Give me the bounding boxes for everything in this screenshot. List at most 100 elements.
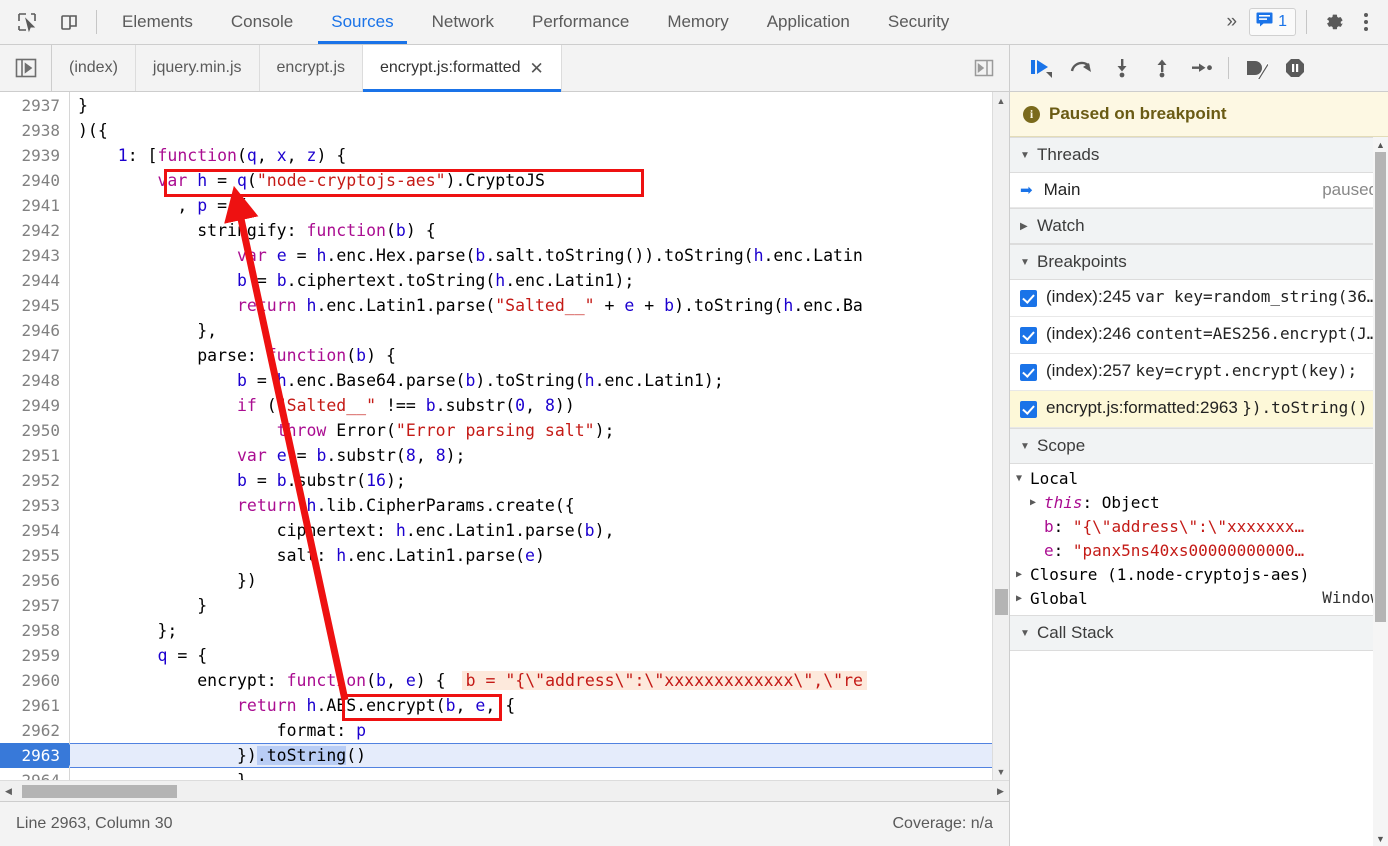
breakpoint-checkbox[interactable] — [1020, 290, 1037, 307]
line-number[interactable]: 2958 — [0, 618, 69, 643]
show-navigator-icon[interactable] — [0, 45, 52, 91]
more-panels-chevron-icon[interactable]: » — [1219, 11, 1246, 33]
scroll-left-icon[interactable]: ◀ — [0, 786, 17, 797]
section-header-scope[interactable]: ▼ Scope — [1010, 428, 1388, 464]
line-number[interactable]: 2951 — [0, 443, 69, 468]
editor-hscroll-thumb[interactable] — [22, 785, 177, 798]
scroll-up-icon[interactable]: ▲ — [1373, 137, 1388, 152]
tab-application[interactable]: Application — [748, 0, 869, 44]
step-into-next-function-call-button[interactable] — [1102, 53, 1142, 83]
chevron-down-icon: ▼ — [1016, 473, 1023, 484]
editor-vertical-scrollbar[interactable]: ▲ ▼ — [992, 92, 1009, 780]
section-header-threads[interactable]: ▼ Threads — [1010, 137, 1388, 173]
deactivate-breakpoints-button[interactable] — [1235, 53, 1275, 83]
breakpoint-item[interactable]: (index):257 key=crypt.encrypt(key); — [1010, 354, 1388, 391]
gear-icon[interactable] — [1317, 12, 1352, 33]
step-out-of-current-function-button[interactable] — [1142, 53, 1182, 83]
scope-prop-b[interactable]: b: "{\"address\":\"xxxxxxx… — [1010, 515, 1388, 539]
file-tab-jquery-min-js[interactable]: jquery.min.js — [136, 45, 260, 91]
show-debugger-sidebar-icon[interactable] — [959, 45, 1009, 91]
section-header-breakpoints[interactable]: ▼ Breakpoints — [1010, 244, 1388, 280]
line-number[interactable]: 2939 — [0, 143, 69, 168]
step-button[interactable] — [1182, 53, 1222, 83]
editor-vscroll-thumb[interactable] — [995, 589, 1008, 615]
tab-sources[interactable]: Sources — [312, 0, 412, 44]
line-number[interactable]: 2957 — [0, 593, 69, 618]
step-over-next-function-call-button[interactable] — [1062, 53, 1102, 83]
pause-on-exceptions-button[interactable] — [1275, 53, 1315, 83]
line-number[interactable]: 2938 — [0, 118, 69, 143]
thread-row-main[interactable]: ➡ Main paused — [1010, 173, 1388, 208]
debugger-vscroll-thumb[interactable] — [1375, 152, 1386, 622]
device-toolbar-icon[interactable] — [56, 9, 82, 35]
breakpoint-checkbox[interactable] — [1020, 401, 1037, 418]
debugger-vertical-scrollbar[interactable]: ▲ ▼ — [1373, 137, 1388, 846]
line-number[interactable]: 2937 — [0, 93, 69, 118]
line-number[interactable]: 2953 — [0, 493, 69, 518]
code-line: salt: h.enc.Latin1.parse(e) — [78, 546, 545, 565]
line-number[interactable]: 2962 — [0, 718, 69, 743]
tab-elements[interactable]: Elements — [103, 0, 212, 44]
line-number[interactable]: 2954 — [0, 518, 69, 543]
scroll-right-icon[interactable]: ▶ — [992, 786, 1009, 797]
scope-prop-e[interactable]: e: "panx5ns40xs00000000000… — [1010, 539, 1388, 563]
line-number[interactable]: 2949 — [0, 393, 69, 418]
scope-group-global[interactable]: ▶ Global Window — [1010, 587, 1388, 611]
code-content[interactable]: } )({ 1: [function(q, x, z) { var h = q(… — [70, 92, 1009, 780]
tab-performance[interactable]: Performance — [513, 0, 648, 44]
line-number[interactable]: 2940 — [0, 168, 69, 193]
line-number[interactable]: 2952 — [0, 468, 69, 493]
scope-group-local[interactable]: ▼ Local — [1010, 467, 1388, 491]
scope-prop-value: Object — [1101, 493, 1160, 512]
tab-network[interactable]: Network — [413, 0, 513, 44]
tab-label: Security — [887, 12, 950, 31]
line-number[interactable]: 2946 — [0, 318, 69, 343]
line-number[interactable]: 2955 — [0, 543, 69, 568]
line-number[interactable]: 2948 — [0, 368, 69, 393]
tab-memory[interactable]: Memory — [648, 0, 747, 44]
inspect-element-icon[interactable] — [14, 9, 40, 35]
section-header-watch[interactable]: ▶ Watch — [1010, 208, 1388, 244]
more-options-kebab-icon[interactable] — [1356, 11, 1376, 33]
close-icon[interactable]: ✕ — [530, 60, 544, 77]
resume-script-execution-button[interactable] — [1022, 53, 1062, 83]
breakpoint-checkbox[interactable] — [1020, 364, 1037, 381]
line-number[interactable]: 2943 — [0, 243, 69, 268]
line-number-current[interactable]: 2963 — [0, 743, 80, 768]
breakpoint-checkbox[interactable] — [1020, 327, 1037, 344]
line-number[interactable]: 2942 — [0, 218, 69, 243]
scroll-down-icon[interactable]: ▼ — [993, 763, 1009, 780]
tab-label: Sources — [331, 12, 394, 31]
file-tab-encrypt-js[interactable]: encrypt.js — [260, 45, 363, 91]
line-number[interactable]: 2941 — [0, 193, 69, 218]
line-number[interactable]: 2959 — [0, 643, 69, 668]
code-line: return h.enc.Latin1.parse("Salted__" + e… — [236, 296, 863, 315]
console-message-badge[interactable]: 1 — [1249, 8, 1296, 36]
line-number[interactable]: 2964 — [0, 768, 69, 780]
devtools-window: Elements Console Sources Network Perform… — [0, 0, 1388, 846]
line-number[interactable]: 2950 — [0, 418, 69, 443]
scope-group-closure[interactable]: ▶ Closure (1.node-cryptojs-aes) — [1010, 563, 1388, 587]
scroll-up-icon[interactable]: ▲ — [993, 92, 1009, 109]
line-number[interactable]: 2947 — [0, 343, 69, 368]
file-tab-encrypt-js-formatted[interactable]: encrypt.js:formatted ✕ — [363, 45, 562, 92]
line-number[interactable]: 2956 — [0, 568, 69, 593]
tab-label: Elements — [122, 12, 193, 31]
section-header-call-stack[interactable]: ▼ Call Stack — [1010, 615, 1388, 651]
scope-prop-this[interactable]: ▶ this: Object — [1010, 491, 1388, 515]
line-number[interactable]: 2944 — [0, 268, 69, 293]
file-tab-index[interactable]: (index) — [52, 45, 136, 91]
line-number[interactable]: 2945 — [0, 293, 69, 318]
breakpoint-body: (index):257 key=crypt.encrypt(key); — [1046, 361, 1357, 381]
line-number[interactable]: 2960 — [0, 668, 69, 693]
tab-console[interactable]: Console — [212, 0, 312, 44]
scroll-down-icon[interactable]: ▼ — [1373, 831, 1388, 846]
editor-horizontal-scrollbar[interactable]: ◀ ▶ — [0, 780, 1009, 801]
tab-security[interactable]: Security — [869, 0, 968, 44]
debugger-sections-scroll[interactable]: ▼ Threads ➡ Main paused ▶ Watch ▼ Breakp… — [1010, 137, 1388, 846]
code-editor[interactable]: 2937 2938 2939 2940 2941 2942 2943 2944 … — [0, 92, 1009, 780]
breakpoint-item[interactable]: (index):246 content=AES256.encrypt(J… — [1010, 317, 1388, 354]
line-number[interactable]: 2961 — [0, 693, 69, 718]
breakpoint-item-selected[interactable]: encrypt.js:formatted:2963 }).toString() — [1010, 391, 1388, 428]
breakpoint-item[interactable]: (index):245 var key=random_string(36… — [1010, 280, 1388, 317]
